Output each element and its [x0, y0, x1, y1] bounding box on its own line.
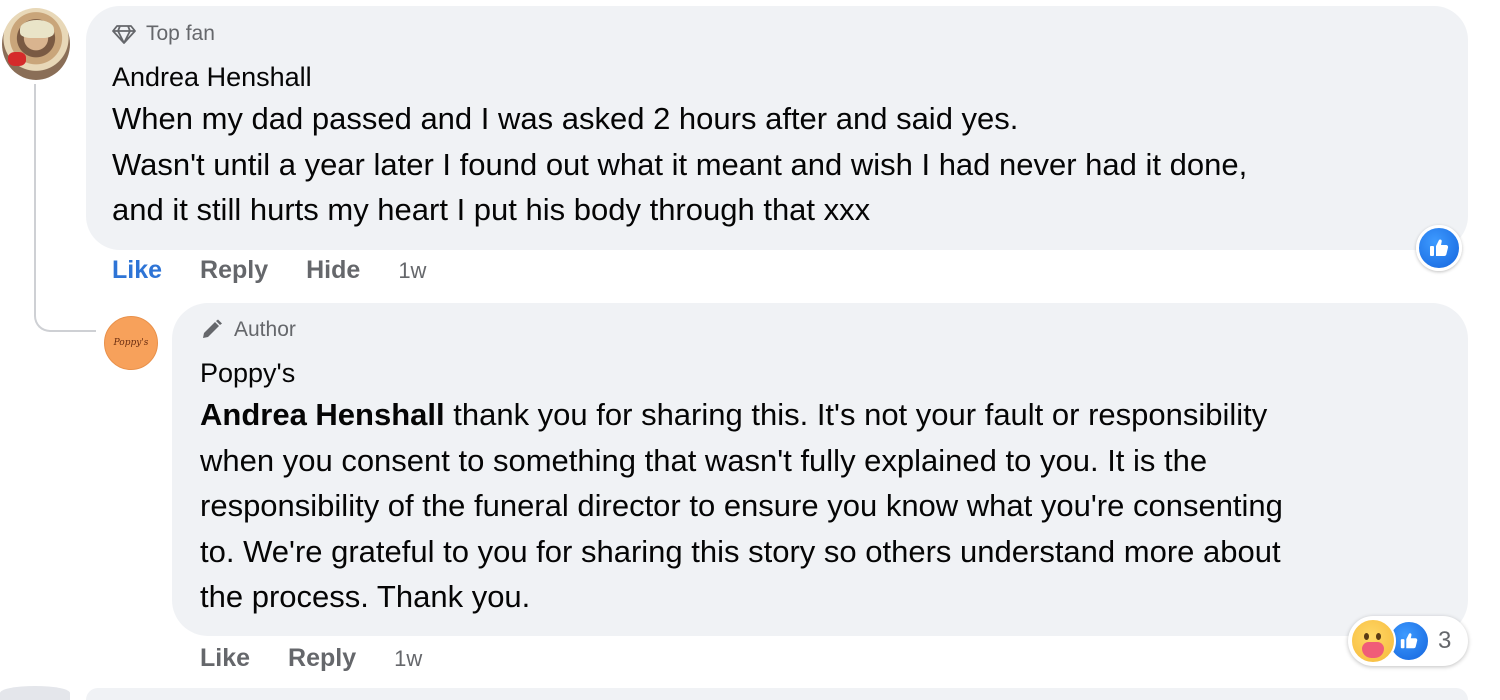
- reaction-summary[interactable]: 3: [1348, 616, 1468, 666]
- like-icon: [1430, 239, 1449, 256]
- comment-actions: Like Reply Hide 1w: [112, 256, 426, 285]
- mention-link[interactable]: Andrea Henshall: [200, 397, 445, 432]
- reply-line: Andrea Henshall thank you for sharing th…: [200, 392, 1283, 438]
- care-icon: [1350, 618, 1396, 664]
- reply-actions: Like Reply 1w: [200, 644, 422, 673]
- author-badge[interactable]: Author: [200, 318, 296, 342]
- care-heart: [1362, 642, 1384, 658]
- commenter-avatar[interactable]: [2, 8, 70, 80]
- diamond-icon: [112, 25, 136, 44]
- reply-text: Andrea Henshall thank you for sharing th…: [200, 392, 1283, 620]
- reply-button[interactable]: Reply: [288, 644, 356, 673]
- reaction-count: 3: [1438, 627, 1452, 654]
- reply-author-name[interactable]: Poppy's: [200, 358, 295, 389]
- avatar-detail: [20, 20, 54, 38]
- comment-line: Wasn't until a year later I found out wh…: [112, 146, 1248, 182]
- like-button[interactable]: Like: [200, 644, 250, 673]
- avatar-detail: [8, 52, 26, 66]
- care-eye: [1376, 633, 1381, 640]
- care-eye: [1364, 633, 1369, 640]
- like-glyph: [1400, 633, 1418, 649]
- reply-line: when you consent to something that wasn'…: [200, 442, 1208, 478]
- pencil-icon: [203, 319, 222, 338]
- comment-line: When my dad passed and I was asked 2 hou…: [112, 101, 1019, 136]
- reply-line: responsibility of the funeral director t…: [200, 488, 1283, 523]
- comment-line: and it still hurts my heart I put his bo…: [112, 192, 871, 227]
- top-fan-badge[interactable]: Top fan: [112, 22, 215, 46]
- reply-line: to. We're grateful to you for sharing th…: [200, 533, 1281, 569]
- avatar-logo-text: Poppy's: [113, 338, 149, 348]
- reply-button[interactable]: Reply: [200, 256, 268, 285]
- next-comment-bubble: [86, 688, 1468, 700]
- comment-author-name[interactable]: Andrea Henshall: [112, 62, 312, 93]
- next-comment-avatar: [0, 686, 70, 700]
- comment-text: When my dad passed and I was asked 2 hou…: [112, 96, 1247, 233]
- reply-timestamp[interactable]: 1w: [394, 646, 422, 672]
- badge-label: Top fan: [146, 22, 215, 45]
- reply-line-rest: thank you for sharing this. It's not you…: [444, 397, 1268, 432]
- like-reaction-icon[interactable]: [1416, 225, 1462, 271]
- like-button[interactable]: Like: [112, 256, 162, 285]
- hide-button[interactable]: Hide: [306, 256, 360, 285]
- reply-line: the process. Thank you.: [200, 579, 531, 614]
- comment-timestamp[interactable]: 1w: [398, 258, 426, 284]
- author-avatar[interactable]: Poppy's: [104, 316, 158, 370]
- badge-label: Author: [234, 318, 296, 341]
